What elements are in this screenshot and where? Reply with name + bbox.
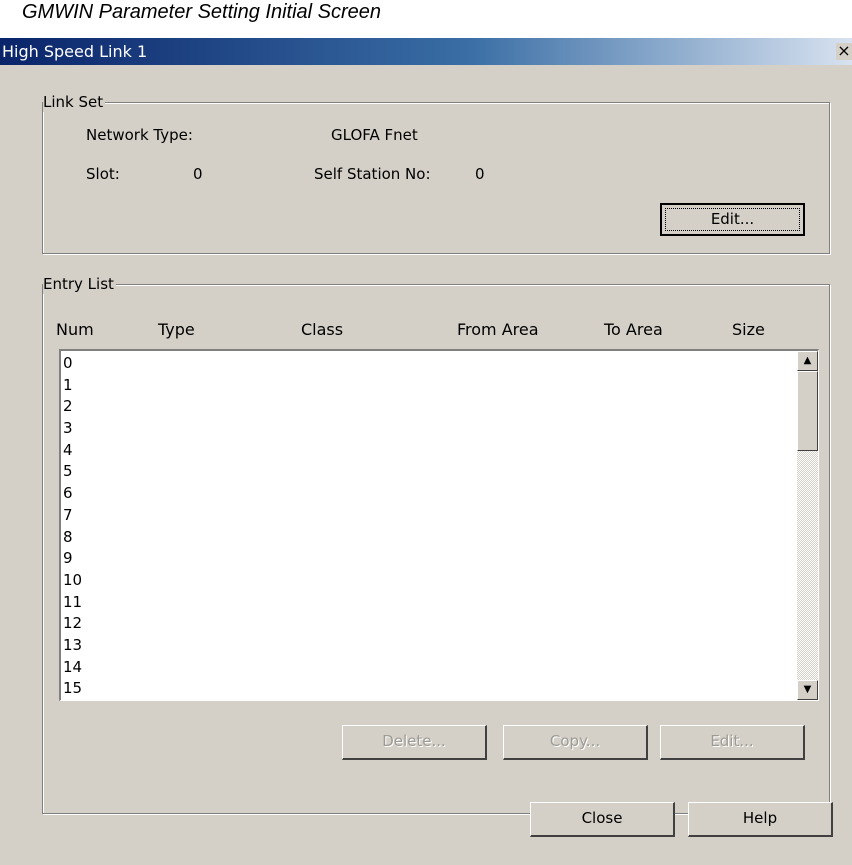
network-type-value: GLOFA Fnet [331,126,418,144]
list-item[interactable]: 1 [63,375,82,397]
focus-rect [665,208,800,231]
vertical-scrollbar[interactable]: ▲ ▼ [797,351,818,700]
list-item[interactable]: 0 [63,353,82,375]
figure-caption: GMWIN Parameter Setting Initial Screen [22,1,382,23]
delete-button[interactable]: Delete... [342,725,487,760]
link-set-edit-button[interactable]: Edit... [660,203,805,236]
close-icon[interactable]: × [836,43,852,60]
window-title: High Speed Link 1 [2,42,148,61]
entry-list-legend: Entry List [43,274,116,294]
close-button[interactable]: Close [530,802,675,837]
column-header-num: Num [56,320,94,339]
column-header-class: Class [301,320,344,339]
column-header-type: Type [158,320,195,339]
scroll-down-icon[interactable]: ▼ [797,680,818,700]
list-item[interactable]: 13 [63,635,82,657]
list-item[interactable]: 10 [63,570,82,592]
column-header-from-area: From Area [457,320,539,339]
title-bar[interactable]: High Speed Link 1 × [0,38,852,65]
list-item[interactable]: 2 [63,396,82,418]
entry-listbox[interactable]: 0 1 2 3 4 5 6 7 8 9 10 11 12 13 14 15 ▲ … [59,349,819,701]
scroll-thumb[interactable] [797,371,818,451]
help-button[interactable]: Help [688,802,833,837]
link-set-legend: Link Set [43,92,106,112]
list-item[interactable]: 3 [63,418,82,440]
list-item[interactable]: 5 [63,461,82,483]
slot-value: 0 [193,165,203,183]
list-item[interactable]: 4 [63,440,82,462]
self-station-value: 0 [475,165,485,183]
list-item[interactable]: 7 [63,505,82,527]
column-header-to-area: To Area [604,320,663,339]
network-type-label: Network Type: [86,126,193,144]
slot-label: Slot: [86,165,120,183]
scroll-up-icon[interactable]: ▲ [797,351,818,371]
list-item[interactable]: 14 [63,657,82,679]
copy-button[interactable]: Copy... [503,725,648,760]
high-speed-link-dialog: High Speed Link 1 × Link Set Network Typ… [0,38,852,865]
list-item[interactable]: 11 [63,592,82,614]
list-item[interactable]: 8 [63,527,82,549]
entry-edit-button[interactable]: Edit... [660,725,805,760]
list-item[interactable]: 9 [63,548,82,570]
list-item[interactable]: 15 [63,678,82,700]
entry-rows: 0 1 2 3 4 5 6 7 8 9 10 11 12 13 14 15 [63,353,82,700]
self-station-label: Self Station No: [314,165,431,183]
list-item[interactable]: 12 [63,613,82,635]
list-item[interactable]: 6 [63,483,82,505]
column-header-size: Size [732,320,765,339]
